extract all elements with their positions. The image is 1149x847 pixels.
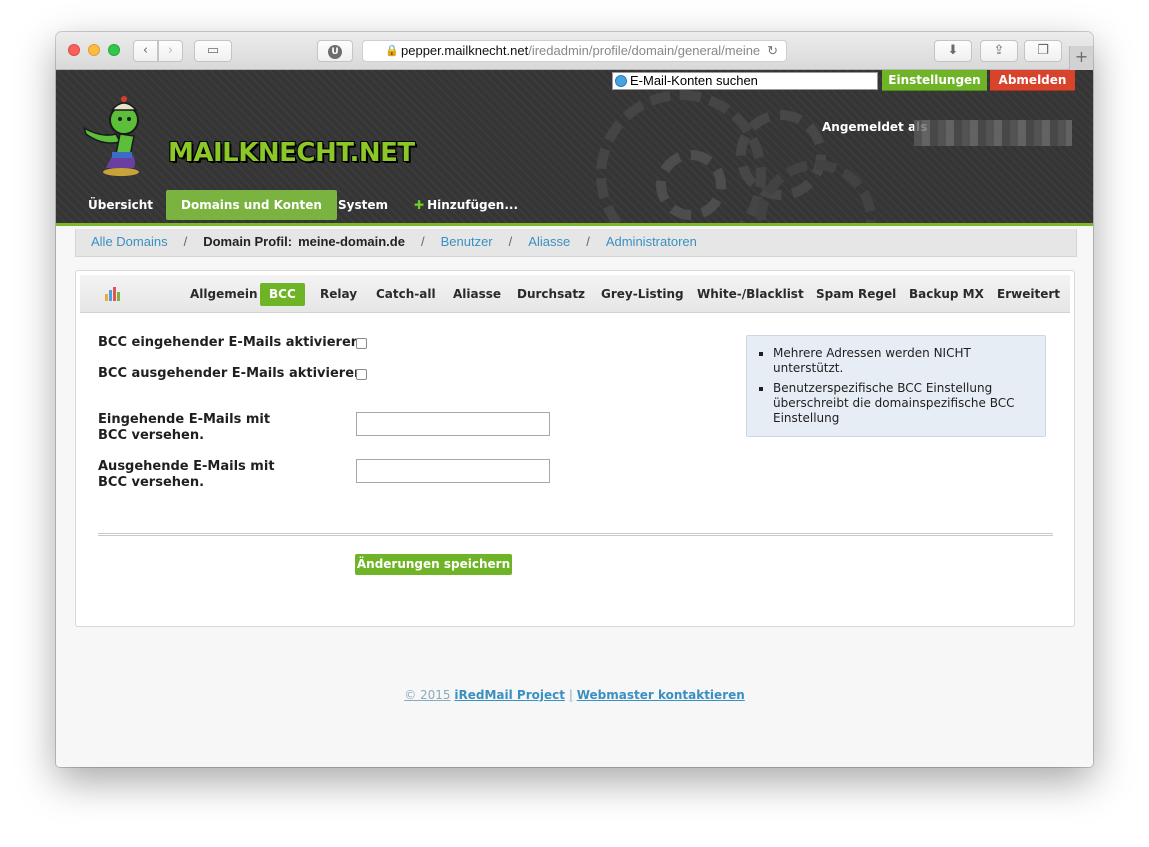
genie-icon [82, 96, 139, 176]
chevron-left-icon: ‹ [142, 43, 149, 58]
search-icon [615, 75, 627, 87]
lock-icon: 🔒 [385, 45, 399, 57]
tab-backup-mx[interactable]: Backup MX [903, 283, 990, 306]
nav-domains-accounts[interactable]: Domains und Konten [166, 190, 337, 220]
download-icon: ⬇ [947, 43, 959, 58]
form-divider [98, 533, 1053, 536]
url-path: /iredadmin/profile/domain/general/meine [528, 43, 761, 58]
tab-relay[interactable]: Relay [314, 283, 363, 306]
back-button[interactable]: ‹ [133, 40, 158, 62]
breadcrumb-separator: / [183, 234, 188, 249]
bcc-settings-panel: Allgemein BCC Relay Catch-all Aliasse Du… [75, 270, 1075, 627]
bcc-outgoing-checkbox[interactable] [356, 369, 367, 380]
nav-system[interactable]: System [326, 190, 400, 220]
tab-catch-all[interactable]: Catch-all [370, 283, 442, 306]
tab-advanced[interactable]: Erweitert [991, 283, 1066, 306]
minimize-window-button[interactable] [88, 44, 100, 56]
footer-separator: | [568, 688, 573, 702]
breadcrumb-aliases[interactable]: Aliasse [528, 234, 570, 249]
footer-project-link[interactable]: iRedMail Project [454, 688, 565, 702]
outgoing-bcc-address-label: Ausgehende E-Mails mit BCC versehen. [98, 459, 275, 490]
nav-overview[interactable]: Übersicht [76, 190, 165, 220]
tab-bcc[interactable]: BCC [260, 283, 305, 306]
browser-toolbar: ‹ › ▭ U 🔒 pepper.mailknecht.net/iredadmi… [56, 32, 1093, 70]
tab-white-blacklist[interactable]: White-/Blacklist [691, 283, 810, 306]
chevron-right-icon: › [167, 43, 174, 58]
breadcrumb-separator: / [420, 234, 425, 249]
close-window-button[interactable] [68, 44, 80, 56]
search-placeholder: E-Mail-Konten suchen [630, 73, 758, 88]
breadcrumb-users[interactable]: Benutzer [441, 234, 493, 249]
logged-in-label: Angemeldet als [822, 120, 928, 134]
tabs-icon: ❐ [1037, 43, 1049, 58]
downloads-button[interactable]: ⬇ [934, 40, 972, 62]
site-header: MAILKNECHT.NET E-Mail-Konten suchen Eins… [56, 70, 1093, 226]
pixelated-username [914, 120, 1072, 146]
page-footer: © 2015 iRedMail Project | Webmaster kont… [56, 688, 1093, 702]
tab-general[interactable]: Allgemein [184, 283, 264, 306]
forward-button[interactable]: › [158, 40, 183, 62]
shield-icon: U [328, 45, 342, 59]
info-box: Mehrere Adressen werden NICHT unterstütz… [746, 335, 1046, 437]
settings-tab-bar: Allgemein BCC Relay Catch-all Aliasse Du… [80, 275, 1070, 313]
gear-decoration-icon [656, 150, 726, 220]
tab-overview-button[interactable]: ❐ [1024, 40, 1062, 62]
incoming-bcc-address-label: Eingehende E-Mails mit BCC versehen. [98, 412, 271, 443]
address-bar[interactable]: 🔒 pepper.mailknecht.net/iredadmin/profil… [362, 40, 787, 62]
nav-system-label: System [338, 198, 388, 212]
bar-chart-icon[interactable] [105, 287, 121, 301]
page-content: MAILKNECHT.NET E-Mail-Konten suchen Eins… [56, 70, 1093, 767]
plus-icon: ✚ [414, 198, 425, 212]
footer-webmaster-link[interactable]: Webmaster kontaktieren [577, 688, 745, 702]
url-host: pepper.mailknecht.net [401, 43, 529, 58]
breadcrumb: Alle Domains / Domain Profil: meine-domain.… [75, 229, 1077, 257]
save-changes-button[interactable]: Änderungen speichern [355, 554, 512, 575]
bcc-incoming-checkbox[interactable] [356, 338, 367, 349]
extension-button[interactable]: U [317, 40, 353, 62]
site-logo[interactable]: MAILKNECHT.NET [76, 90, 415, 185]
breadcrumb-profile-label: Domain Profil: [203, 234, 293, 249]
info-item: Benutzerspezifische BCC Einstellung über… [773, 381, 1035, 426]
info-item: Mehrere Adressen werden NICHT unterstütz… [773, 346, 1035, 376]
share-button[interactable]: ⇪ [980, 40, 1018, 62]
new-tab-button[interactable]: + [1069, 46, 1093, 70]
tab-throughput[interactable]: Durchsatz [511, 283, 591, 306]
breadcrumb-domain: meine-domain.de [298, 234, 405, 249]
logo-text: MAILKNECHT.NET [168, 138, 415, 168]
share-icon: ⇪ [993, 43, 1005, 58]
sidebar-icon: ▭ [206, 43, 220, 58]
nav-add-label: Hinzufügen... [427, 198, 518, 212]
plus-icon: + [1074, 47, 1089, 66]
bcc-outgoing-label: BCC ausgehender E-Mails aktivieren [98, 366, 364, 381]
breadcrumb-separator: / [508, 234, 513, 249]
tab-spam-rules[interactable]: Spam Regel [810, 283, 902, 306]
breadcrumb-all-domains[interactable]: Alle Domains [91, 234, 168, 249]
footer-copyright: © 2015 [404, 688, 451, 702]
outgoing-bcc-address-input[interactable] [356, 459, 550, 483]
logout-button[interactable]: Abmelden [990, 70, 1075, 91]
sidebar-toggle-button[interactable]: ▭ [194, 40, 232, 62]
zoom-window-button[interactable] [108, 44, 120, 56]
settings-button[interactable]: Einstellungen [882, 70, 987, 91]
reload-icon[interactable]: ↻ [767, 41, 778, 61]
breadcrumb-admins[interactable]: Administratoren [606, 234, 697, 249]
tab-greylisting[interactable]: Grey-Listing [595, 283, 690, 306]
nav-add[interactable]: ✚ Hinzufügen... [402, 190, 530, 220]
breadcrumb-separator: / [586, 234, 590, 249]
search-input[interactable]: E-Mail-Konten suchen [612, 72, 878, 90]
tab-aliases[interactable]: Aliasse [447, 283, 507, 306]
bcc-incoming-label: BCC eingehender E-Mails aktivieren [98, 335, 361, 350]
incoming-bcc-address-input[interactable] [356, 412, 550, 436]
browser-window: ‹ › ▭ U 🔒 pepper.mailknecht.net/iredadmi… [56, 32, 1093, 767]
